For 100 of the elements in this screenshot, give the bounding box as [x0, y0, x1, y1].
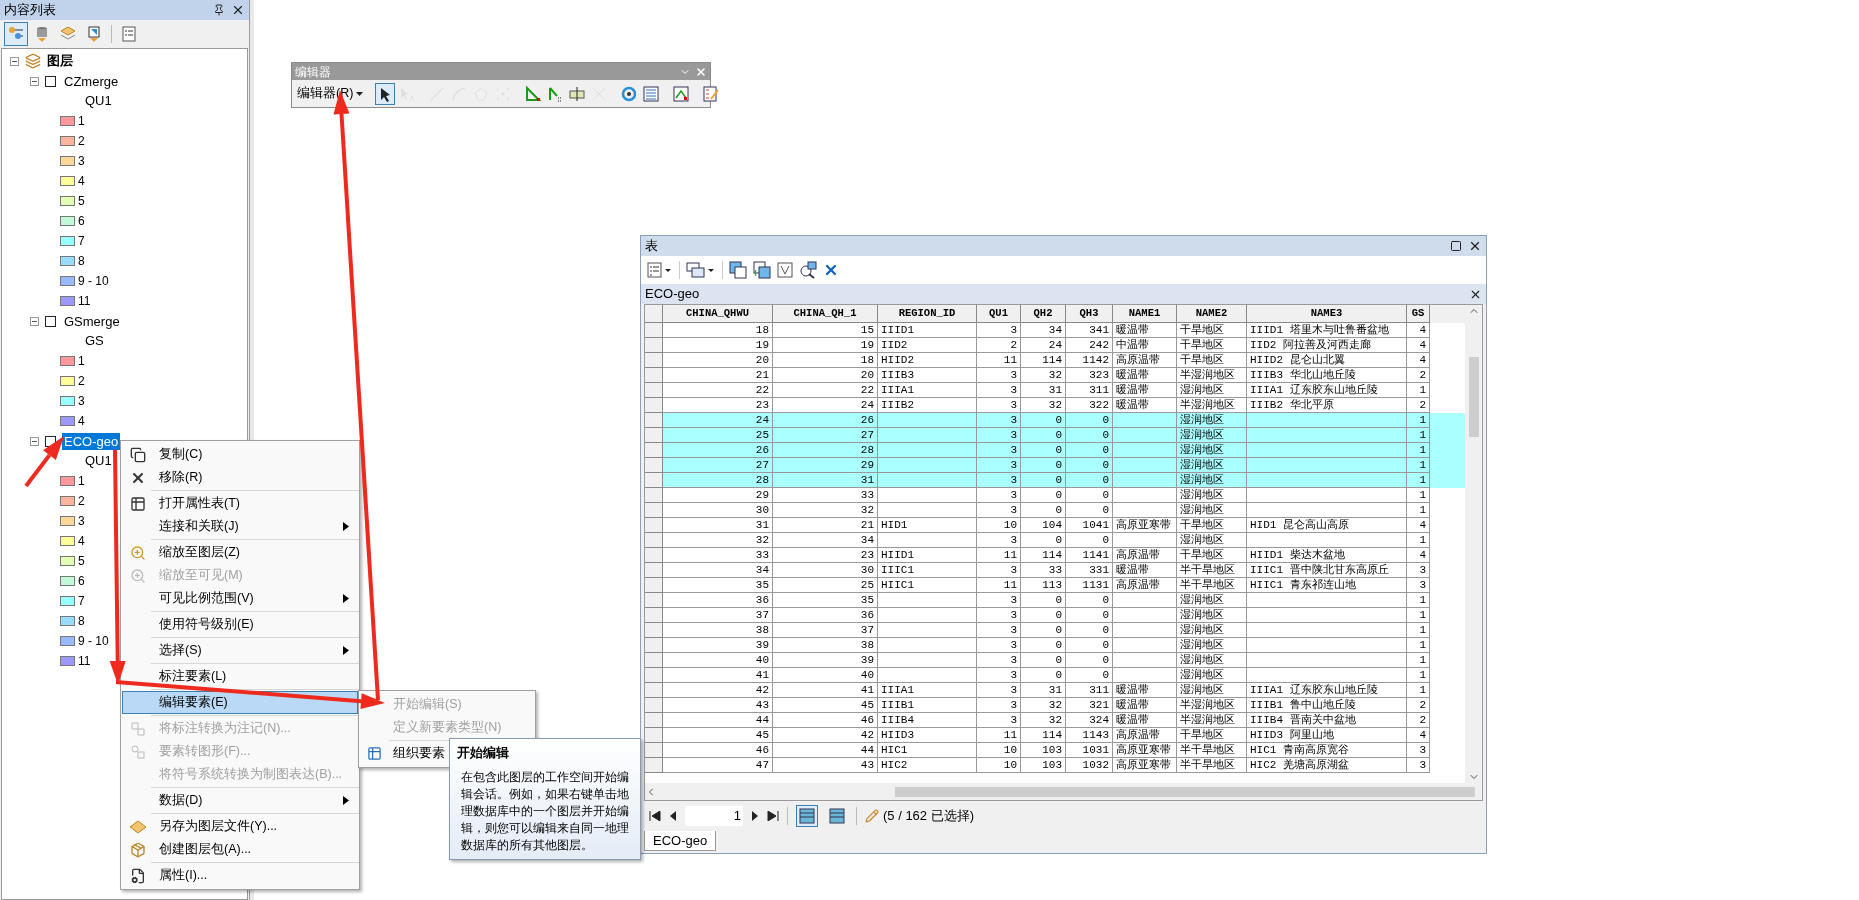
row-header[interactable]: [645, 743, 663, 758]
table-cell-text: 114: [1042, 547, 1062, 563]
legend-label: 1: [78, 473, 85, 490]
record-number-field[interactable]: 1: [685, 806, 743, 826]
close-icon[interactable]: [231, 3, 245, 17]
row-header[interactable]: [645, 488, 663, 503]
table-options-icon[interactable]: [647, 262, 673, 278]
row-header[interactable]: [645, 338, 663, 353]
menu-item[interactable]: 复制(C): [122, 443, 358, 466]
table-cell-text: 湿润地区: [1180, 442, 1224, 458]
related-tables-icon[interactable]: [686, 261, 716, 279]
row-header[interactable]: [645, 323, 663, 338]
vertical-scrollbar[interactable]: [1465, 305, 1482, 783]
row-header[interactable]: [645, 578, 663, 593]
row-header[interactable]: [645, 623, 663, 638]
last-record-icon[interactable]: [767, 811, 779, 821]
maximize-icon[interactable]: [1450, 240, 1462, 252]
layer-name[interactable]: GSmerge: [62, 312, 122, 330]
menu-item[interactable]: 使用符号级别(E): [122, 613, 358, 636]
table-cell-text: 3: [1010, 412, 1017, 428]
data-frame-name[interactable]: 图层: [47, 51, 73, 71]
row-header[interactable]: [645, 353, 663, 368]
table-cell-text: 半湿润地区: [1180, 712, 1235, 728]
row-header[interactable]: [645, 653, 663, 668]
menu-item[interactable]: 属性(I)...: [122, 864, 358, 887]
scrollbar-thumb[interactable]: [895, 786, 1475, 797]
row-header[interactable]: [645, 728, 663, 743]
close-icon[interactable]: [1468, 239, 1482, 253]
row-header[interactable]: [645, 503, 663, 518]
delete-icon[interactable]: [823, 262, 839, 278]
table-cell-text: 0: [1102, 412, 1109, 428]
table-cell-text: 0: [1055, 532, 1062, 548]
row-header[interactable]: [645, 398, 663, 413]
table-cell-text: 23: [860, 547, 874, 563]
row-header[interactable]: [645, 608, 663, 623]
row-header[interactable]: [645, 593, 663, 608]
menu-item[interactable]: 移除(R): [122, 466, 358, 489]
menu-item[interactable]: 打开属性表(T): [122, 492, 358, 515]
first-record-icon[interactable]: [649, 811, 661, 821]
table-cell-text: IIIB3: [881, 367, 914, 383]
row-header[interactable]: [645, 458, 663, 473]
table-tab[interactable]: ECO-geo: [644, 831, 717, 851]
row-header[interactable]: [645, 533, 663, 548]
row-header[interactable]: [645, 668, 663, 683]
select-by-attributes-icon[interactable]: [729, 261, 747, 279]
menu-item[interactable]: 编辑要素(E): [122, 691, 358, 714]
toc-tool-button[interactable]: [4, 22, 28, 46]
row-header[interactable]: [645, 638, 663, 653]
table-cell-text: 11: [1003, 727, 1017, 743]
table-cell-text: 1: [1419, 412, 1426, 428]
row-header[interactable]: [645, 368, 663, 383]
menu-item[interactable]: 缩放至图层(Z): [122, 541, 358, 564]
table-cell-text: 干旱地区: [1180, 727, 1224, 743]
collapse-icon[interactable]: [30, 76, 39, 86]
layer-checkbox[interactable]: [45, 75, 56, 87]
table-cell-text: 0: [1055, 457, 1062, 473]
row-header[interactable]: [645, 413, 663, 428]
previous-record-icon[interactable]: [669, 811, 677, 821]
pin-icon[interactable]: [213, 4, 225, 16]
table-cell-text: 311: [1089, 682, 1109, 698]
row-header[interactable]: [645, 428, 663, 443]
table-cell-text: IIID1 塔里木与吐鲁番盆地: [1250, 322, 1389, 338]
row-header[interactable]: [645, 443, 663, 458]
zoom-icon: [130, 544, 146, 561]
next-record-icon[interactable]: [751, 811, 759, 821]
menu-item[interactable]: 创建图层包(A)...: [122, 838, 358, 861]
menu-item[interactable]: 数据(D): [122, 789, 358, 812]
table-cell-text: 113: [1042, 577, 1062, 593]
collapse-icon[interactable]: [30, 436, 39, 446]
table-cell-text: 0: [1102, 592, 1109, 608]
editor-tool-button[interactable]: [375, 82, 396, 105]
table-cell-text: 0: [1102, 442, 1109, 458]
row-header[interactable]: [645, 713, 663, 728]
collapse-icon[interactable]: [30, 316, 39, 326]
row-header[interactable]: [645, 563, 663, 578]
collapse-icon[interactable]: [10, 56, 19, 66]
row-header[interactable]: [645, 548, 663, 563]
row-header[interactable]: [645, 383, 663, 398]
layer-name[interactable]: CZmerge: [62, 72, 121, 90]
view-toggle-button[interactable]: [796, 805, 818, 827]
horizontal-scrollbar[interactable]: [645, 783, 1482, 800]
row-header[interactable]: [645, 518, 663, 533]
clear-selection-icon[interactable]: [777, 262, 793, 278]
layer-checkbox[interactable]: [45, 315, 56, 327]
table-cell-text: 28: [755, 472, 769, 488]
layer-name[interactable]: ECO-geo: [62, 432, 121, 450]
row-header[interactable]: [645, 683, 663, 698]
zoom-to-selected-icon[interactable]: [799, 261, 817, 279]
row-header[interactable]: [645, 758, 663, 773]
row-header[interactable]: [645, 473, 663, 488]
menu-item[interactable]: 可见比例范围(V): [122, 587, 358, 610]
menu-item[interactable]: 标注要素(L): [122, 665, 358, 688]
zoom-icon: [130, 567, 146, 584]
switch-selection-icon[interactable]: [753, 261, 771, 279]
view-toggle-button[interactable]: [826, 805, 848, 827]
menu-item[interactable]: 另存为图层文件(Y)...: [122, 815, 358, 838]
scrollbar-thumb[interactable]: [1468, 357, 1479, 437]
menu-item[interactable]: 连接和关联(J): [122, 515, 358, 538]
row-header[interactable]: [645, 698, 663, 713]
menu-item[interactable]: 选择(S): [122, 639, 358, 662]
